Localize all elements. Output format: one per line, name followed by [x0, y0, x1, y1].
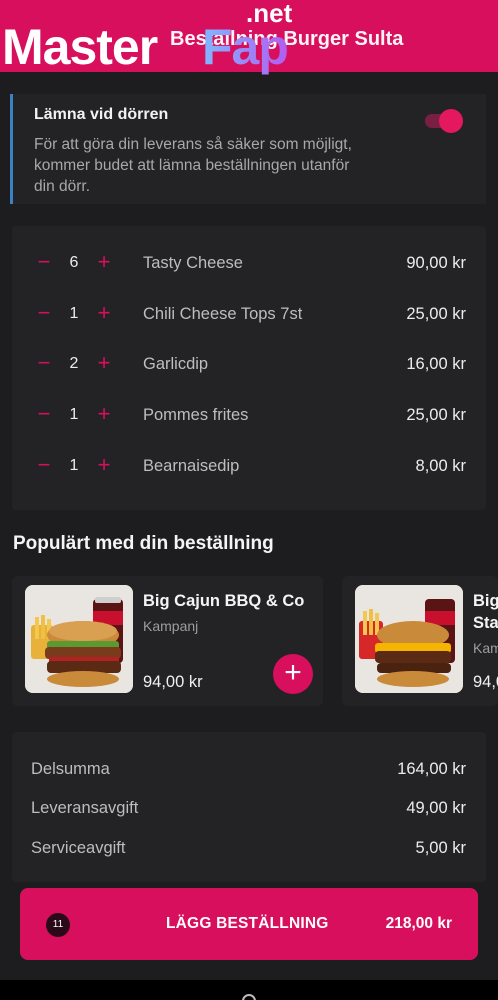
order-item: − 1 + Bearnaisedip 8,00 kr — [12, 449, 486, 489]
minus-icon[interactable]: − — [34, 302, 54, 324]
product-tag: Kampanj — [143, 618, 199, 634]
home-indicator[interactable] — [242, 994, 256, 1000]
summary-value: 164,00 kr — [397, 760, 466, 778]
product-tag: Kam — [473, 640, 498, 656]
plus-icon[interactable]: + — [94, 251, 114, 273]
system-navigation-bar — [0, 980, 498, 1000]
minus-icon[interactable]: − — [34, 403, 54, 425]
summary-value: 49,00 kr — [406, 799, 466, 817]
item-price: 90,00 kr — [406, 254, 466, 272]
plus-icon[interactable]: + — [94, 352, 114, 374]
leave-at-door-card: Lämna vid dörren För att göra din levera… — [10, 94, 486, 204]
place-order-button[interactable]: 11 LÄGG BESTÄLLNING 218,00 kr — [20, 888, 478, 960]
product-card[interactable]: Big Cajun BBQ & Co Kampanj 94,00 kr + — [12, 576, 323, 706]
summary-label: Delsumma — [31, 760, 110, 778]
summary-label: Leveransavgift — [31, 799, 139, 817]
item-name: Tasty Cheese — [143, 254, 243, 272]
add-to-cart-button[interactable]: + — [273, 654, 313, 694]
item-quantity: 1 — [69, 406, 79, 423]
leave-at-door-toggle[interactable] — [425, 108, 465, 133]
item-quantity: 6 — [69, 254, 79, 271]
plus-icon[interactable]: + — [94, 302, 114, 324]
plus-icon[interactable]: + — [94, 454, 114, 476]
item-quantity: 2 — [69, 355, 79, 372]
product-card[interactable]: Big Sta Kam 94,0 — [342, 576, 498, 706]
popular-section-title: Populärt med din beställning — [13, 533, 274, 554]
summary-row-service-fee: Serviceavgift 5,00 kr — [12, 835, 486, 865]
order-item: − 1 + Chili Cheese Tops 7st 25,00 kr — [12, 297, 486, 337]
minus-icon[interactable]: − — [34, 251, 54, 273]
item-price: 16,00 kr — [406, 355, 466, 373]
app-header: Beställning Burger Sulta Master Fap .net — [0, 0, 498, 75]
product-price: 94,00 kr — [143, 673, 203, 691]
leave-at-door-description: För att göra din leverans så säker som m… — [34, 136, 352, 195]
summary-label: Serviceavgift — [31, 839, 126, 857]
order-item: − 6 + Tasty Cheese 90,00 kr — [12, 246, 486, 286]
item-name: Chili Cheese Tops 7st — [143, 305, 303, 323]
item-price: 25,00 kr — [406, 305, 466, 323]
item-count-badge: 11 — [46, 913, 70, 937]
order-total: 218,00 kr — [385, 915, 452, 932]
leave-at-door-title: Lämna vid dörren — [34, 106, 169, 123]
item-quantity: 1 — [69, 305, 79, 322]
item-name: Garlicdip — [143, 355, 209, 373]
summary-row-delivery-fee: Leveransavgift 49,00 kr — [12, 795, 486, 825]
summary-value: 5,00 kr — [415, 839, 466, 857]
toggle-knob — [439, 109, 463, 133]
price-summary: Delsumma 164,00 kr Leveransavgift 49,00 … — [12, 732, 486, 882]
order-item: − 2 + Garlicdip 16,00 kr — [12, 347, 486, 387]
item-name: Bearnaisedip — [143, 457, 240, 475]
order-item: − 1 + Pommes frites 25,00 kr — [12, 398, 486, 438]
product-image-burger — [25, 585, 133, 693]
product-name: Big Cajun BBQ & Co — [143, 592, 305, 610]
order-items-list: − 6 + Tasty Cheese 90,00 kr − 1 + Chili … — [12, 226, 486, 510]
item-price: 8,00 kr — [415, 457, 466, 475]
product-image-burger — [355, 585, 463, 693]
item-quantity: 1 — [69, 457, 79, 474]
product-price: 94,0 — [473, 673, 498, 691]
product-name: Big Sta — [473, 592, 498, 632]
plus-icon[interactable]: + — [94, 403, 114, 425]
item-price: 25,00 kr — [406, 406, 466, 424]
minus-icon[interactable]: − — [34, 454, 54, 476]
place-order-label: LÄGG BESTÄLLNING — [166, 915, 329, 932]
item-name: Pommes frites — [143, 406, 249, 424]
summary-row-subtotal: Delsumma 164,00 kr — [12, 756, 486, 786]
minus-icon[interactable]: − — [34, 352, 54, 374]
